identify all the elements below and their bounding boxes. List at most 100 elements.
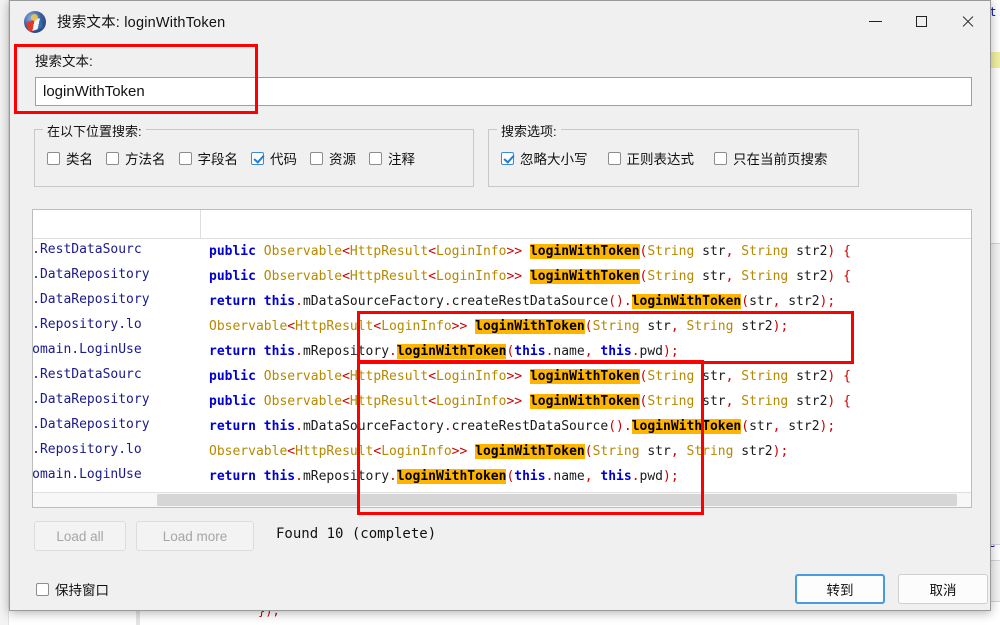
result-location-text: ource.RestDataSourc	[33, 367, 142, 382]
results-table[interactable]: ource.RestDataSourc public Observable<Htt…	[32, 209, 972, 508]
result-location-cell[interactable]: itory.DataRepository	[33, 264, 201, 289]
checkbox-class-name[interactable]: 类名	[47, 148, 93, 168]
result-code-cell[interactable]: public Observable<HttpResult<LoginInfo>>…	[201, 269, 971, 284]
minimize-icon	[868, 21, 882, 22]
table-row[interactable]: itory.Repository.lo Observable<HttpResult…	[33, 439, 971, 464]
checkbox-ignore-case[interactable]: 忽略大小写	[501, 148, 588, 168]
result-code-cell[interactable]: return this.mDataSourceFactory.createRes…	[201, 419, 971, 434]
checkbox-box[interactable]	[607, 151, 621, 165]
window-controls	[852, 1, 990, 42]
result-location-text: itory.DataRepository	[33, 392, 150, 407]
table-row[interactable]: gin.domain.LoginUse return this.mReposito…	[33, 339, 971, 364]
checkbox-box-checked[interactable]	[251, 151, 264, 165]
close-button[interactable]	[944, 1, 990, 42]
checkbox-label: 正则表达式	[626, 152, 695, 167]
checkbox-box[interactable]	[714, 151, 727, 165]
checkbox-label: 保持窗口	[55, 583, 109, 598]
table-row[interactable]: gin.domain.LoginUse return this.mReposito…	[33, 464, 971, 489]
checkbox-label: 资源	[329, 152, 356, 167]
maximize-icon	[915, 16, 927, 27]
result-location-cell[interactable]: gin.domain.LoginUse	[33, 339, 201, 364]
editor-gutter	[0, 0, 9, 625]
checkbox-regex[interactable]: 正则表达式	[607, 148, 695, 168]
search-text-dialog: 搜索文本: loginWithToken 搜索文本: 在以下位置搜索: 类名 方…	[9, 0, 991, 611]
checkbox-field-name[interactable]: 字段名	[178, 148, 239, 168]
load-more-button[interactable]: Load more	[136, 521, 254, 551]
result-location-cell[interactable]: gin.domain.LoginUse	[33, 464, 201, 489]
checkbox-keep-window[interactable]: 保持窗口	[36, 579, 109, 599]
result-code-cell[interactable]: return this.mRepository.loginWithToken(t…	[201, 344, 971, 359]
found-status: Found 10 (complete)	[276, 526, 437, 542]
search-scope-group-title: 在以下位置搜索:	[43, 121, 146, 140]
result-location-text: itory.DataRepository	[33, 292, 150, 307]
search-scope-group: 在以下位置搜索: 类名 方法名 字段名 代码 资源 注释	[34, 121, 474, 187]
result-location-text: itory.Repository.lo	[33, 317, 142, 332]
checkbox-box[interactable]	[47, 151, 60, 165]
checkbox-method-name[interactable]: 方法名	[106, 148, 166, 168]
checkbox-resource[interactable]: 资源	[310, 148, 356, 168]
search-options-group-title: 搜索选项:	[497, 121, 561, 140]
result-location-text: ource.RestDataSourc	[33, 242, 142, 257]
minimize-button[interactable]	[852, 1, 898, 42]
result-location-cell[interactable]: itory.Repository.lo	[33, 314, 201, 339]
results-hscrollbar[interactable]	[33, 492, 971, 507]
result-location-text: itory.DataRepository	[33, 417, 150, 432]
checkbox-box-checked[interactable]	[501, 151, 514, 165]
table-row[interactable]: itory.Repository.lo Observable<HttpResult…	[33, 314, 971, 339]
checkbox-comment[interactable]: 注释	[369, 148, 415, 168]
results-table-body[interactable]: ource.RestDataSourc public Observable<Htt…	[33, 239, 971, 489]
result-code-cell[interactable]: return this.mRepository.loginWithToken(t…	[201, 469, 971, 484]
checkbox-box[interactable]	[36, 582, 49, 596]
checkbox-label: 类名	[66, 152, 93, 167]
result-code-cell[interactable]: public Observable<HttpResult<LoginInfo>>…	[201, 394, 971, 409]
search-options-group: 搜索选项: 忽略大小写 正则表达式 只在当前页搜索	[488, 121, 859, 187]
checkbox-code[interactable]: 代码	[251, 148, 297, 168]
result-location-cell[interactable]: itory.Repository.lo	[33, 439, 201, 464]
dialog-title: 搜索文本: loginWithToken	[57, 15, 226, 31]
result-code-cell[interactable]: return this.mDataSourceFactory.createRes…	[201, 294, 971, 309]
result-location-cell[interactable]: ource.RestDataSourc	[33, 239, 201, 264]
goto-button[interactable]: 转到	[795, 574, 885, 604]
results-hscrollbar-thumb[interactable]	[157, 494, 957, 506]
result-location-text: itory.DataRepository	[33, 267, 150, 282]
checkbox-box[interactable]	[369, 151, 382, 165]
close-icon	[961, 15, 974, 28]
result-location-text: itory.Repository.lo	[33, 442, 142, 457]
column-header-code[interactable]	[201, 210, 971, 238]
table-row[interactable]: itory.DataRepository public Observable<Ht…	[33, 264, 971, 289]
checkbox-box[interactable]	[310, 151, 323, 165]
result-location-cell[interactable]: itory.DataRepository	[33, 289, 201, 314]
table-row[interactable]: itory.DataRepository public Observable<Ht…	[33, 389, 971, 414]
load-all-button[interactable]: Load all	[34, 521, 126, 551]
result-code-cell[interactable]: public Observable<HttpResult<LoginInfo>>…	[201, 369, 971, 384]
result-code-cell[interactable]: Observable<HttpResult<LoginInfo>> loginW…	[201, 319, 971, 334]
search-input[interactable]	[35, 77, 972, 106]
checkbox-label: 忽略大小写	[520, 152, 588, 167]
search-text-label: 搜索文本:	[35, 54, 93, 69]
app-icon	[24, 10, 46, 33]
result-code-cell[interactable]: public Observable<HttpResult<LoginInfo>>…	[201, 244, 971, 259]
maximize-button[interactable]	[898, 1, 944, 42]
result-location-cell[interactable]: itory.DataRepository	[33, 414, 201, 439]
checkbox-label: 只在当前页搜索	[733, 152, 828, 167]
table-row[interactable]: itory.DataRepository return this.mDataSou…	[33, 414, 971, 439]
cancel-button[interactable]: 取消	[898, 574, 988, 604]
result-location-text: gin.domain.LoginUse	[33, 342, 142, 357]
table-row[interactable]: ource.RestDataSourc public Observable<Htt…	[33, 364, 971, 389]
checkbox-label: 注释	[388, 152, 415, 167]
results-table-header	[33, 210, 971, 239]
checkbox-box[interactable]	[106, 151, 119, 165]
table-row[interactable]: itory.DataRepository return this.mDataSou…	[33, 289, 971, 314]
dialog-titlebar[interactable]: 搜索文本: loginWithToken	[10, 1, 990, 42]
result-location-text: gin.domain.LoginUse	[33, 467, 142, 482]
checkbox-current-page-only[interactable]: 只在当前页搜索	[714, 148, 828, 168]
table-row[interactable]: ource.RestDataSourc public Observable<Htt…	[33, 239, 971, 264]
checkbox-label: 字段名	[197, 152, 239, 167]
checkbox-box[interactable]	[178, 151, 192, 165]
result-location-cell[interactable]: ource.RestDataSourc	[33, 364, 201, 389]
checkbox-label: 方法名	[125, 152, 166, 167]
checkbox-label: 代码	[270, 152, 297, 167]
column-header-location[interactable]	[33, 210, 201, 238]
result-code-cell[interactable]: Observable<HttpResult<LoginInfo>> loginW…	[201, 444, 971, 459]
result-location-cell[interactable]: itory.DataRepository	[33, 389, 201, 414]
